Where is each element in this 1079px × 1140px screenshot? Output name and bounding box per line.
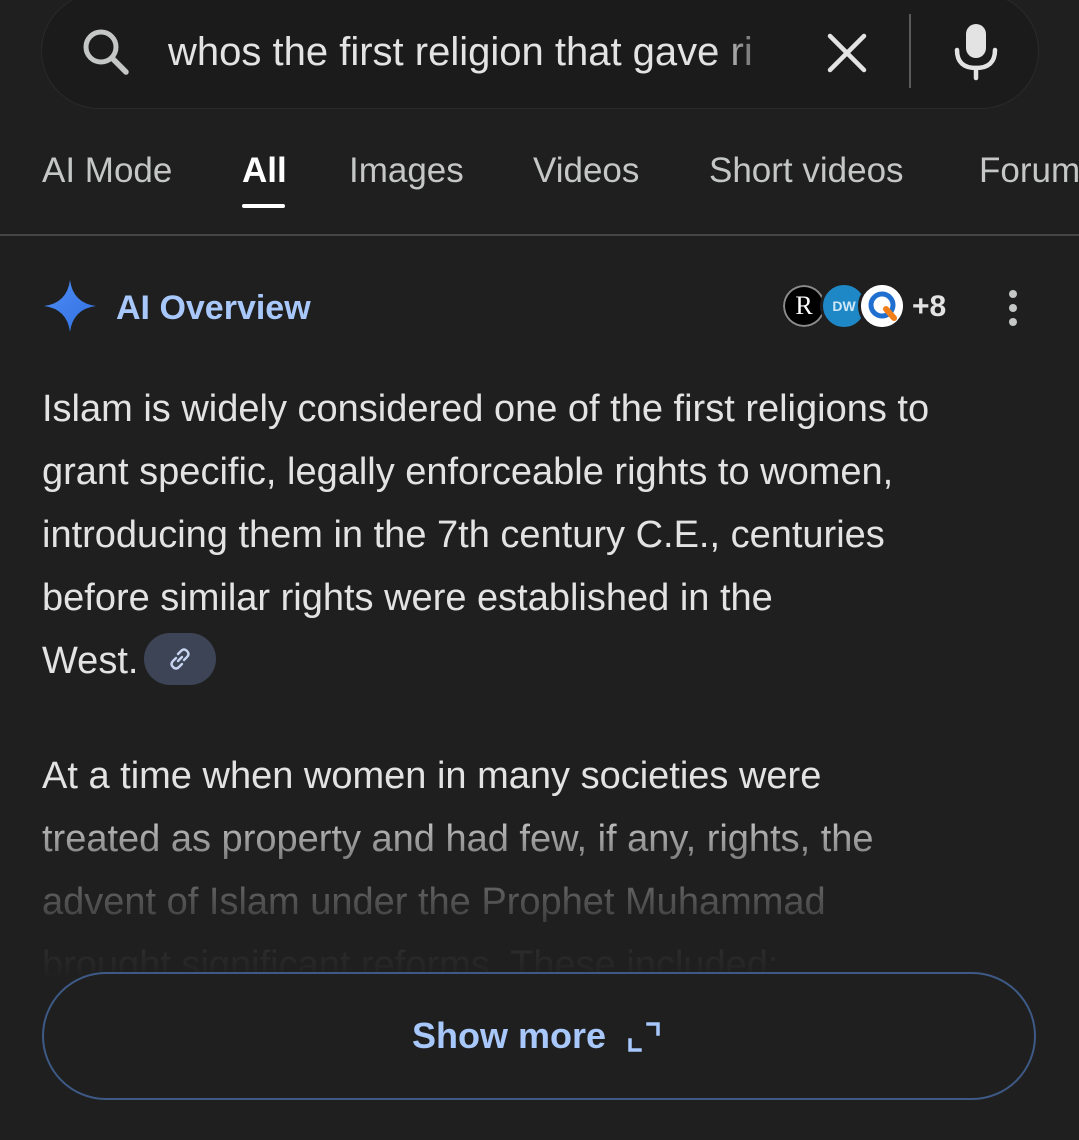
link-icon <box>170 648 191 670</box>
paragraph-line: advent of Islam under the Prophet Muhamm… <box>42 881 826 923</box>
show-more-label: Show more <box>412 1015 607 1056</box>
tab-all[interactable]: All <box>242 150 287 192</box>
paragraph-line: before similar rights were established i… <box>42 577 773 619</box>
paragraph-line-last: West. <box>42 630 1042 693</box>
ai-overview-title: AI Overview <box>116 289 311 327</box>
source-link-chip[interactable] <box>144 632 217 685</box>
tabs-divider <box>0 234 1079 236</box>
paragraph-line-text: West. <box>42 640 139 682</box>
search-icon[interactable] <box>78 24 134 80</box>
ai-overview-paragraph-1: Islam is widely considered one of the fi… <box>42 378 1042 693</box>
paragraph-line: grant specific, legally enforceable righ… <box>42 451 894 493</box>
tab-forum[interactable]: Forum <box>979 150 1079 192</box>
clear-icon[interactable] <box>822 28 872 78</box>
search-divider <box>909 14 911 88</box>
search-input[interactable]: whos the first religion that gave ri <box>168 28 786 76</box>
paragraph-line: introducing them in the 7th century C.E.… <box>42 514 885 556</box>
tab-ai-mode[interactable]: AI Mode <box>42 150 172 192</box>
ai-overview-paragraph-2: At a time when women in many societies w… <box>42 745 1042 997</box>
tab-images[interactable]: Images <box>349 150 464 192</box>
more-sources-count[interactable]: +8 <box>912 288 946 326</box>
expand-icon <box>628 1022 660 1052</box>
paragraph-line: At a time when women in many societies w… <box>42 755 822 797</box>
active-tab-indicator <box>242 204 285 208</box>
tab-short-videos[interactable]: Short videos <box>709 150 904 192</box>
tab-videos[interactable]: Videos <box>533 150 639 192</box>
ai-sparkle-icon <box>44 280 96 332</box>
search-tabs: AI Mode All Images Videos Short videos F… <box>0 136 1079 236</box>
paragraph-line: Islam is widely considered one of the fi… <box>42 388 930 430</box>
show-more-button[interactable]: Show more <box>42 972 1036 1100</box>
more-options-icon[interactable] <box>998 288 1028 328</box>
q-source-icon[interactable] <box>858 282 906 330</box>
mic-icon[interactable] <box>948 20 1004 82</box>
paragraph-line: treated as property and had few, if any,… <box>42 818 874 860</box>
